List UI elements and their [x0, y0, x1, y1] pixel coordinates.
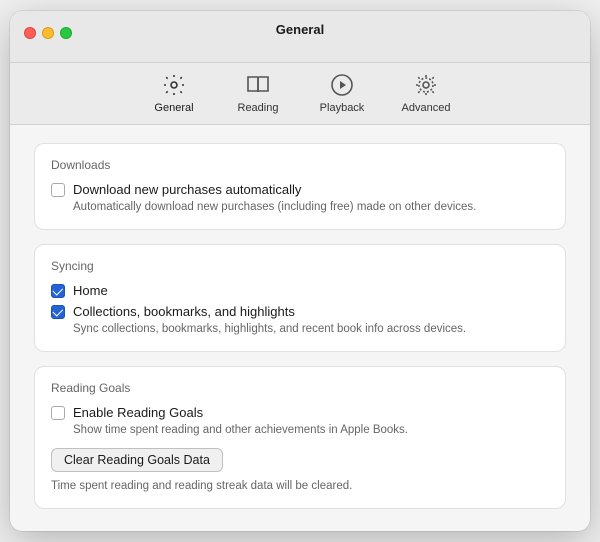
sync-collections-desc: Sync collections, bookmarks, highlights,… [73, 321, 466, 337]
reading-goals-label: Reading Goals [51, 381, 549, 395]
syncing-section: Syncing Home Collections, bookmarks, and… [34, 244, 566, 352]
tab-playback-label: Playback [320, 102, 365, 114]
traffic-lights [24, 27, 72, 39]
downloads-section: Downloads Download new purchases automat… [34, 143, 566, 230]
sync-home-row: Home [51, 283, 549, 298]
maximize-button[interactable] [60, 27, 72, 39]
auto-download-row: Download new purchases automatically Aut… [51, 182, 549, 215]
enable-goals-checkbox[interactable] [51, 406, 65, 420]
tab-general[interactable]: General [146, 71, 202, 114]
advanced-icon [412, 71, 440, 99]
app-window: General General Reading [10, 11, 590, 531]
close-button[interactable] [24, 27, 36, 39]
content-area: Downloads Download new purchases automat… [10, 125, 590, 531]
sync-collections-checkbox[interactable] [51, 305, 65, 319]
tab-advanced-label: Advanced [402, 102, 451, 114]
playback-icon [328, 71, 356, 99]
enable-goals-desc: Show time spent reading and other achiev… [73, 422, 408, 438]
syncing-label: Syncing [51, 259, 549, 273]
sync-home-text-group: Home [73, 283, 108, 298]
auto-download-text-group: Download new purchases automatically Aut… [73, 182, 476, 215]
tab-general-label: General [154, 102, 193, 114]
sync-home-title: Home [73, 283, 108, 298]
enable-goals-text-group: Enable Reading Goals Show time spent rea… [73, 405, 408, 438]
enable-goals-title: Enable Reading Goals [73, 405, 408, 420]
sync-collections-text-group: Collections, bookmarks, and highlights S… [73, 304, 466, 337]
title-bar: General [10, 11, 590, 63]
enable-goals-row: Enable Reading Goals Show time spent rea… [51, 405, 549, 438]
clear-reading-goals-button[interactable]: Clear Reading Goals Data [51, 448, 223, 472]
tab-reading-label: Reading [238, 102, 279, 114]
downloads-label: Downloads [51, 158, 549, 172]
reading-icon [244, 71, 272, 99]
sync-collections-title: Collections, bookmarks, and highlights [73, 304, 466, 319]
reading-goals-section: Reading Goals Enable Reading Goals Show … [34, 366, 566, 509]
tab-advanced[interactable]: Advanced [398, 71, 454, 114]
auto-download-title: Download new purchases automatically [73, 182, 476, 197]
sync-home-checkbox[interactable] [51, 284, 65, 298]
clear-desc: Time spent reading and reading streak da… [51, 478, 549, 494]
auto-download-checkbox[interactable] [51, 183, 65, 197]
general-icon [160, 71, 188, 99]
sync-collections-row: Collections, bookmarks, and highlights S… [51, 304, 549, 337]
clear-button-area: Clear Reading Goals Data Time spent read… [51, 446, 549, 494]
auto-download-desc: Automatically download new purchases (in… [73, 199, 476, 215]
toolbar: General Reading Playback [10, 63, 590, 125]
window-title: General [276, 23, 324, 36]
tab-reading[interactable]: Reading [230, 71, 286, 114]
minimize-button[interactable] [42, 27, 54, 39]
tab-playback[interactable]: Playback [314, 71, 370, 114]
